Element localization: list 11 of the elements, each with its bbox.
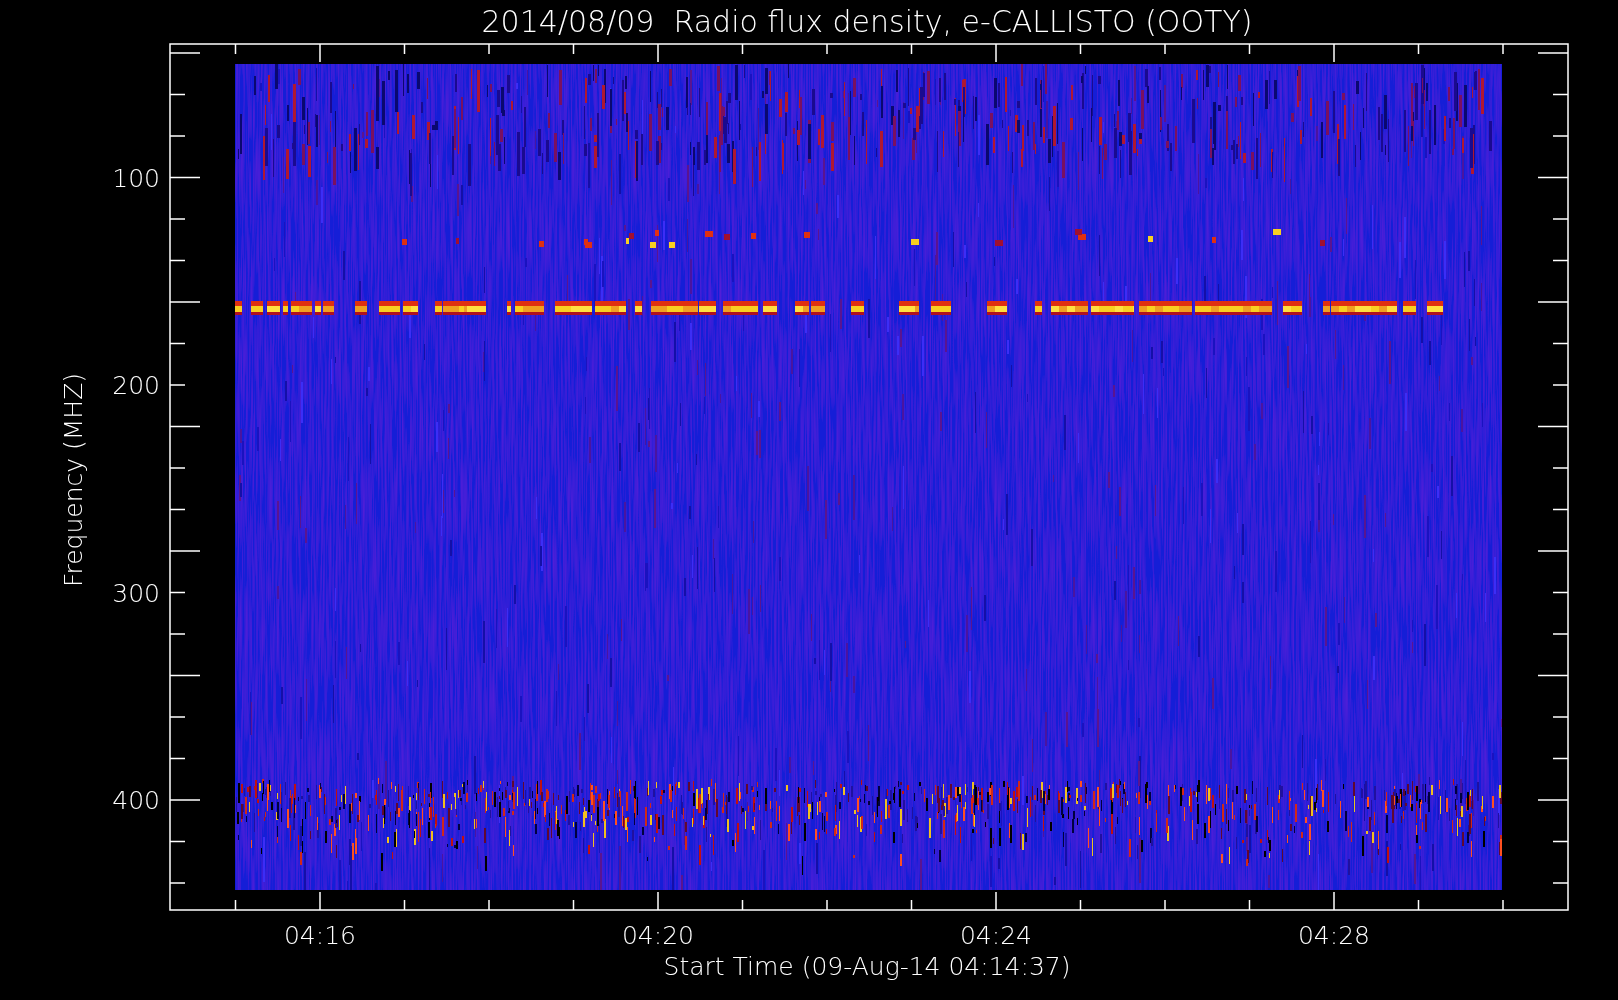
y-tick-label: 400 — [112, 786, 160, 815]
y-tick-label: 200 — [112, 371, 160, 400]
x-axis-label: Start Time (09-Aug-14 04:14:37) — [663, 952, 1071, 981]
y-tick-label: 300 — [112, 578, 160, 608]
x-tick-label: 04:28 — [1298, 921, 1370, 950]
x-tick-label: 04:16 — [284, 921, 356, 950]
y-axis-label: Frequency (MHZ) — [59, 372, 88, 588]
x-tick-label: 04:20 — [622, 921, 694, 950]
chart-title: 2014/08/09 Radio flux density, e-CALLISTO (OOTY) — [481, 4, 1253, 39]
x-tick-label: 04:24 — [960, 921, 1032, 950]
y-tick-label: 100 — [112, 163, 160, 193]
